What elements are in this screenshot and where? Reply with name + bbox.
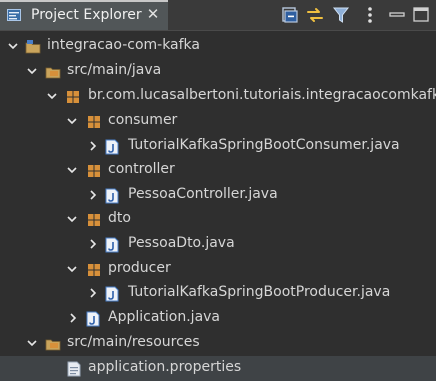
chevron-down-icon[interactable] (66, 213, 78, 225)
chevron-down-icon[interactable] (46, 90, 58, 102)
tree-item-project[interactable]: integracao-com-kafka (0, 34, 436, 59)
project-explorer-view: Project Explorer ✕ integracao-com-kafka … (0, 0, 436, 381)
package-icon (88, 116, 100, 128)
tree-item-label: PessoaController.java (128, 186, 278, 202)
chevron-right-icon[interactable] (87, 140, 99, 152)
tree-item-package-dto[interactable]: dto (0, 207, 436, 232)
project-explorer-icon (7, 9, 21, 21)
package-icon (88, 214, 100, 226)
tree-item-file-consumer[interactable]: TutorialKafkaSpringBootConsumer.java (0, 134, 436, 159)
tree-item-package-consumer[interactable]: consumer (0, 109, 436, 134)
java-file-icon (86, 311, 100, 327)
tree-item-file-properties[interactable]: application.properties (0, 356, 436, 381)
view-menu-icon[interactable] (360, 5, 380, 25)
tree-item-label: dto (108, 210, 131, 226)
tree-item-src-main-resources[interactable]: src/main/resources (0, 331, 436, 356)
tree-item-label: br.com.lucasalbertoni.tutoriais.integrac… (88, 87, 436, 103)
tree-item-label: application.properties (88, 359, 242, 375)
tree-item-label: TutorialKafkaSpringBootConsumer.java (128, 137, 400, 153)
tree-item-file-producer[interactable]: TutorialKafkaSpringBootProducer.java (0, 281, 436, 306)
view-tab-bar: Project Explorer ✕ (0, 0, 436, 31)
tree-item-base-package[interactable]: br.com.lucasalbertoni.tutoriais.integrac… (0, 84, 436, 109)
project-tree: integracao-com-kafka src/main/java br.co… (0, 31, 436, 381)
tree-item-label: controller (108, 161, 175, 177)
chevron-right-icon[interactable] (87, 287, 99, 299)
java-file-icon (105, 237, 119, 253)
tree-item-label: Application.java (108, 309, 221, 325)
source-folder-icon (45, 67, 61, 79)
package-icon (88, 165, 100, 177)
tree-item-label: src/main/resources (67, 334, 200, 350)
package-icon (67, 91, 79, 103)
chevron-down-icon[interactable] (7, 40, 19, 52)
tree-item-label: integracao-com-kafka (47, 37, 201, 53)
java-file-icon (105, 139, 119, 155)
java-file-icon (105, 188, 119, 204)
chevron-down-icon[interactable] (26, 65, 38, 77)
tab-title: Project Explorer (31, 7, 142, 23)
chevron-down-icon[interactable] (66, 164, 78, 176)
tree-item-label: PessoaDto.java (128, 235, 235, 251)
chevron-down-icon[interactable] (66, 263, 78, 275)
tree-item-file-application[interactable]: Application.java (0, 306, 436, 331)
tree-item-package-producer[interactable]: producer (0, 257, 436, 282)
source-folder-icon (45, 339, 61, 351)
tree-item-file-controller[interactable]: PessoaController.java (0, 183, 436, 208)
chevron-right-icon[interactable] (67, 312, 79, 324)
chevron-down-icon[interactable] (66, 115, 78, 127)
tree-item-label: consumer (108, 112, 178, 128)
chevron-right-icon[interactable] (87, 189, 99, 201)
tab-project-explorer[interactable]: Project Explorer ✕ (0, 0, 168, 30)
properties-file-icon (67, 361, 81, 377)
collapse-all-icon[interactable] (279, 5, 299, 25)
tree-item-src-main-java[interactable]: src/main/java (0, 59, 436, 84)
package-icon (88, 264, 100, 276)
java-file-icon (105, 286, 119, 302)
link-with-editor-icon[interactable] (305, 5, 325, 25)
tree-item-label: TutorialKafkaSpringBootProducer.java (128, 284, 391, 300)
tree-item-file-dto[interactable]: PessoaDto.java (0, 232, 436, 257)
project-folder-icon (25, 40, 41, 54)
tree-item-label: src/main/java (67, 62, 162, 78)
close-icon[interactable]: ✕ (146, 6, 160, 22)
maximize-icon[interactable] (411, 5, 431, 25)
filter-icon[interactable] (331, 5, 351, 25)
chevron-down-icon[interactable] (26, 337, 38, 349)
minimize-icon[interactable] (387, 5, 407, 25)
chevron-right-icon[interactable] (87, 238, 99, 250)
tree-item-package-controller[interactable]: controller (0, 158, 436, 183)
tree-item-label: producer (108, 260, 171, 276)
